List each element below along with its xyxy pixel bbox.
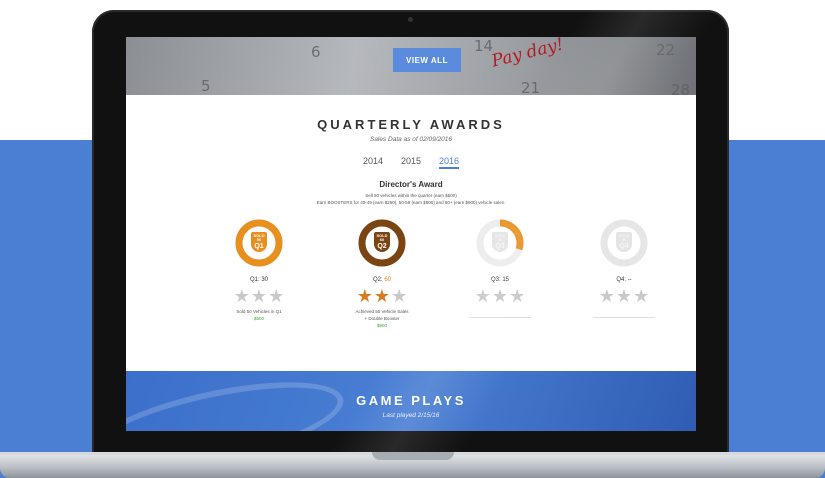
star-icon: ★ <box>474 286 491 306</box>
note-line: + Double Booster <box>364 315 400 321</box>
laptop-base-notch <box>372 452 454 460</box>
calendar-scribble: Pay day! <box>489 37 566 72</box>
badge-quarter: Q4 <box>619 243 629 250</box>
calendar-number: 28 <box>671 81 691 95</box>
progress-ring: SOLD 50 Q3 <box>476 219 524 267</box>
star-icon: ★ <box>633 286 650 306</box>
star-icon: ★ <box>509 286 526 306</box>
star-icon: ★ <box>391 286 408 306</box>
divider <box>469 317 531 318</box>
camera-icon <box>408 17 413 22</box>
game-plays-title: GAME PLAYS <box>356 393 466 408</box>
star-icon: ★ <box>268 286 285 306</box>
quarter-count-prefix: Q2: <box>372 277 385 283</box>
progress-ring: SOLD 50 Q1 <box>235 219 283 267</box>
sales-date: Sales Data as of 02/09/2016 <box>369 136 453 143</box>
calendar-number: 6 <box>311 43 321 61</box>
quarter-count-value: 60 <box>384 277 392 283</box>
badge-quarter: Q2 <box>377 243 387 250</box>
tab-2014[interactable]: 2014 <box>363 156 383 169</box>
badge-text: SOLD 50 <box>494 233 506 242</box>
hero-banner: 6 14 22 5 21 28 Pay day! VIEW ALL <box>126 37 696 95</box>
game-plays-section: GAME PLAYS Last played 2/15/16 <box>126 371 696 431</box>
award-shield-icon: SOLD 50 Q3 <box>492 232 508 252</box>
year-tabs: 2014 2015 2016 <box>126 156 696 169</box>
divider <box>593 317 655 318</box>
calendar-number: 5 <box>201 77 211 95</box>
star-icon: ★ <box>491 286 509 306</box>
star-icon: ★ <box>233 286 250 306</box>
tab-2016[interactable]: 2016 <box>439 156 460 169</box>
badge-text: SOLD 50 <box>618 233 630 242</box>
star-icon: ★ <box>598 286 615 306</box>
quarter-count: Q4: -- <box>616 277 632 283</box>
calendar-number: 21 <box>521 79 541 95</box>
star-icon: ★ <box>356 286 373 306</box>
earned-amount: $500 <box>253 315 264 321</box>
badge-quarter: Q3 <box>495 243 505 250</box>
award-description: Sell 50 vehicles within the quarter (ear… <box>365 193 457 198</box>
stage: 6 14 22 5 21 28 Pay day! VIEW ALL QUARTE… <box>0 0 825 478</box>
star-icon: ★ <box>615 286 633 306</box>
badge-quarter: Q1 <box>254 243 264 250</box>
calendar-number: 22 <box>656 41 676 59</box>
quarter-card-q1: SOLD 50 Q1 Q1: 30 ★ ★ ★ Sold 50 Vehicles i… <box>209 219 309 323</box>
page-title: QUARTERLY AWARDS <box>317 117 505 132</box>
last-played: Last played 2/15/16 <box>382 412 440 419</box>
laptop-screen: 6 14 22 5 21 28 Pay day! VIEW ALL QUARTE… <box>126 37 696 431</box>
star-rating: ★ ★ ★ <box>332 287 432 305</box>
quarter-count: Q3: 15 <box>490 277 509 283</box>
note-line: Sold 50 Vehicles in Q1 <box>236 309 282 314</box>
progress-ring: SOLD 50 Q4 <box>600 219 648 267</box>
progress-ring: SOLD 60 Q2 <box>358 219 406 267</box>
view-all-button[interactable]: VIEW ALL <box>393 48 461 72</box>
quarter-card-q4: SOLD 50 Q4 Q4: -- ★ ★ ★ <box>574 219 674 318</box>
quarter-count: Q2: 60 <box>332 277 432 283</box>
star-rating: ★ ★ ★ <box>574 287 674 305</box>
badge-text: SOLD 50 <box>253 233 265 242</box>
badge-text: SOLD 60 <box>376 233 388 242</box>
quarter-card-q3: SOLD 50 Q3 Q3: 15 ★ ★ ★ <box>450 219 550 318</box>
quarter-card-q2: SOLD 60 Q2 Q2: 60 ★ ★ ★ Achieved 50 Vehicl… <box>332 219 432 329</box>
directors-award-title: Director's Award <box>379 180 443 189</box>
booster-description: Earn BOOSTERS for 40-49 (earn $250), 50-… <box>316 200 506 205</box>
tab-2015[interactable]: 2015 <box>401 156 421 169</box>
quarter-note: Sold 50 Vehicles in Q1 $500 <box>209 309 309 323</box>
star-rating: ★ ★ ★ <box>450 287 550 305</box>
quarter-count: Q1: 30 <box>249 277 268 283</box>
quarter-note: Achieved 50 Vehicle Sales + Double Boost… <box>332 309 432 329</box>
award-shield-icon: SOLD 50 Q1 <box>251 232 267 252</box>
award-shield-icon: SOLD 60 Q2 <box>374 232 390 252</box>
star-icon: ★ <box>250 286 268 306</box>
note-line: Achieved 50 Vehicle Sales <box>355 309 409 314</box>
star-rating: ★ ★ ★ <box>209 287 309 305</box>
star-icon: ★ <box>373 286 391 306</box>
award-shield-icon: SOLD 50 Q4 <box>616 232 632 252</box>
earned-amount: $900 <box>376 322 387 328</box>
